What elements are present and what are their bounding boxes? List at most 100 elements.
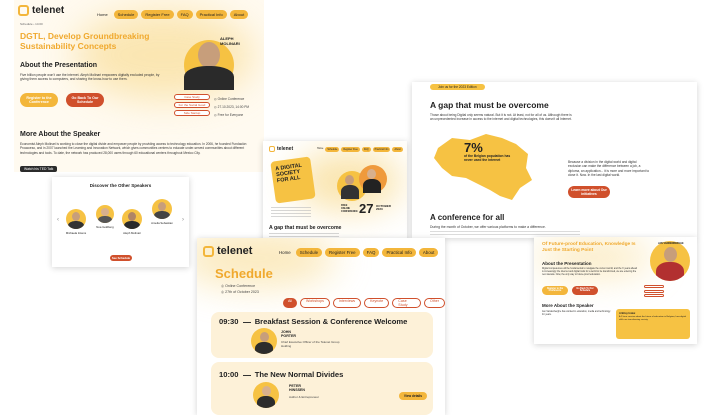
more-heading: More About the Speaker <box>20 131 101 138</box>
breadcrumb[interactable]: Schedule › 14:00 <box>20 22 43 26</box>
nav-home[interactable]: Home <box>317 147 323 152</box>
logo[interactable]: telenet <box>203 245 252 257</box>
nav-register[interactable]: Register Free <box>141 10 174 19</box>
speaker-avatar[interactable] <box>122 209 142 229</box>
tag[interactable]: For the Social Good <box>174 102 210 108</box>
carousel-prev-icon[interactable]: ‹ <box>57 217 59 223</box>
conference-heading: A conference for all <box>430 213 505 222</box>
speaker-page-screenshot: telenet Schedule › 14:00 Home Schedule R… <box>14 0 264 172</box>
nav-register[interactable]: Register Free <box>325 248 360 257</box>
belgium-map <box>434 134 532 200</box>
schedule-title-row: 10:00 The New Normal Divides <box>219 370 343 379</box>
about-text: Five billion people won't use the intern… <box>20 73 160 82</box>
speaker-name: JOHN PORTER <box>281 330 296 339</box>
schedule-title-row: 09:30 Breakfast Session & Conference Wel… <box>219 317 407 326</box>
edition-badge: Join us for the 2023 Edition <box>430 84 485 90</box>
avatar <box>251 328 277 354</box>
schedule-item[interactable]: 09:30 Breakfast Session & Conference Wel… <box>211 312 433 358</box>
nav-faq[interactable]: FAQ <box>176 10 193 19</box>
filter-keynote[interactable]: Keynote <box>364 298 390 308</box>
back-to-schedule-button[interactable]: Go Back To Our Schedule <box>66 93 104 107</box>
speaker-head <box>198 42 220 68</box>
nav-schedule[interactable]: Schedule <box>325 147 340 152</box>
gap-heading: A gap that must be overcome <box>269 225 342 231</box>
tag[interactable] <box>644 294 664 297</box>
nav-register[interactable]: Register Free <box>341 147 360 152</box>
schedule-item[interactable]: 10:00 The New Normal Divides PETER HINSS… <box>211 362 433 415</box>
nav-practical[interactable]: Practical Info <box>382 248 416 257</box>
nav-faq[interactable]: FAQ <box>361 147 371 152</box>
ted-talk-link[interactable]: Watch his TED Talk <box>20 166 58 172</box>
schedule-time: 09:30 <box>219 317 239 326</box>
filter-workshops[interactable]: Workshops <box>300 298 330 308</box>
nav-home[interactable]: Home <box>94 10 111 19</box>
hero-date-month: OCTOBER 2023 <box>376 204 391 212</box>
schedule-page-screenshot: telenet Home Schedule Register Free FAQ … <box>197 238 445 415</box>
speaker-avatar[interactable] <box>152 199 172 219</box>
page-title: DGTL, Develop Groundbreaking Sustainabil… <box>20 31 150 51</box>
filter-other[interactable]: Other <box>424 298 445 308</box>
main-nav: Home Schedule Register Free FAQ Practica… <box>277 248 439 257</box>
filter-case-study[interactable]: Case Study <box>392 298 421 308</box>
hero-date-number: 27 <box>359 201 374 216</box>
nav-home[interactable]: Home <box>277 248 293 257</box>
schedule-title: Breakfast Session & Conference Welcome <box>254 317 408 326</box>
carousel-next-icon[interactable]: › <box>182 217 184 223</box>
register-button[interactable]: Register to the Conference <box>20 93 58 107</box>
speaker-name: Michaela Inkens <box>65 231 87 235</box>
nav-about[interactable]: About <box>392 147 403 152</box>
conference-text: During the month of October, we offer va… <box>430 225 546 229</box>
nav-faq[interactable]: FAQ <box>362 248 380 257</box>
speaker-name: PETER HINSSEN <box>289 384 305 393</box>
speaker-name-label: JAN VANDENBERGHE <box>658 242 684 245</box>
schedule-time: 10:00 <box>219 370 239 379</box>
speaker-avatar[interactable] <box>96 205 114 223</box>
speaker-portrait: ALEPH MOLINARI <box>174 32 244 90</box>
speaker-name: Noa Goldberg <box>96 225 114 229</box>
back-to-schedule-button[interactable]: Go Back To Our Schedule <box>572 286 598 295</box>
home-page-screenshot: telenet Home Schedule Register Free FAQ … <box>263 141 407 246</box>
meta-list: ◎ Online Conference ◎ 27th of October 20… <box>221 283 259 295</box>
info-box-title: A Bitsy Index <box>619 312 636 315</box>
nav-schedule[interactable]: Schedule <box>113 10 139 19</box>
view-details-button[interactable]: View details <box>399 392 427 400</box>
stat-caption: of the Belgian population has never used… <box>464 154 511 162</box>
speaker-role: Chief Executive Officer of the Telenet G… <box>281 340 340 348</box>
nav-about[interactable]: About <box>229 10 249 19</box>
meta-list: ◎ Online Conference ◎ 27.10.2023, 14:00 … <box>214 95 249 119</box>
see-schedule-button[interactable]: See Schedule <box>110 255 132 261</box>
gap-intro: Those about being Digital only seems nat… <box>430 113 572 122</box>
gap-heading: A gap that must be overcome <box>430 100 549 110</box>
tag-list <box>644 285 664 297</box>
tag[interactable] <box>644 289 664 293</box>
tag-list: Case Study For the Social Good Side Star… <box>174 94 210 116</box>
hero-online-label: FREE ONLINE CONFERENCE <box>341 204 358 213</box>
speaker-body <box>184 66 234 90</box>
filter-all[interactable]: All <box>283 298 297 308</box>
tag[interactable]: Case Study <box>174 94 210 100</box>
other-speakers-card: Discover the Other Speakers ‹ › Michaela… <box>52 177 189 267</box>
avatar <box>253 382 279 408</box>
speakers-heading: Discover the Other Speakers <box>89 183 152 188</box>
about-heading: About the Presentation <box>20 62 98 69</box>
tag[interactable] <box>644 285 664 288</box>
page-title: Of Future-proof Education, Knowledge Is … <box>542 242 636 253</box>
nav-schedule[interactable]: Schedule <box>295 248 323 257</box>
gap-page-screenshot: Join us for the 2023 Edition A gap that … <box>412 82 697 238</box>
tag[interactable]: Side Startup <box>174 110 210 116</box>
logo[interactable]: telenet <box>269 146 293 152</box>
nav-practical[interactable]: Practical Info <box>372 147 391 152</box>
nav-practical[interactable]: Practical Info <box>195 10 227 19</box>
register-button[interactable]: Register to the Conference <box>542 286 568 295</box>
speaker-portrait <box>650 241 690 281</box>
telenet-logo-icon <box>18 5 29 16</box>
speaker-role: Author & Entrepreneur <box>289 395 320 399</box>
logo[interactable]: telenet <box>18 5 64 16</box>
speaker-avatar[interactable] <box>66 209 86 229</box>
nav-about[interactable]: About <box>418 248 439 257</box>
future-page-screenshot: Of Future-proof Education, Knowledge Is … <box>534 237 697 344</box>
filter-interviews[interactable]: Interviews <box>332 298 362 308</box>
learn-more-button[interactable]: Learn more about Our initiatives <box>568 186 610 198</box>
meta-item: ◎ Free for Everyone <box>214 113 244 117</box>
meta-item: ◎ 27th of October 2023 <box>221 290 259 294</box>
